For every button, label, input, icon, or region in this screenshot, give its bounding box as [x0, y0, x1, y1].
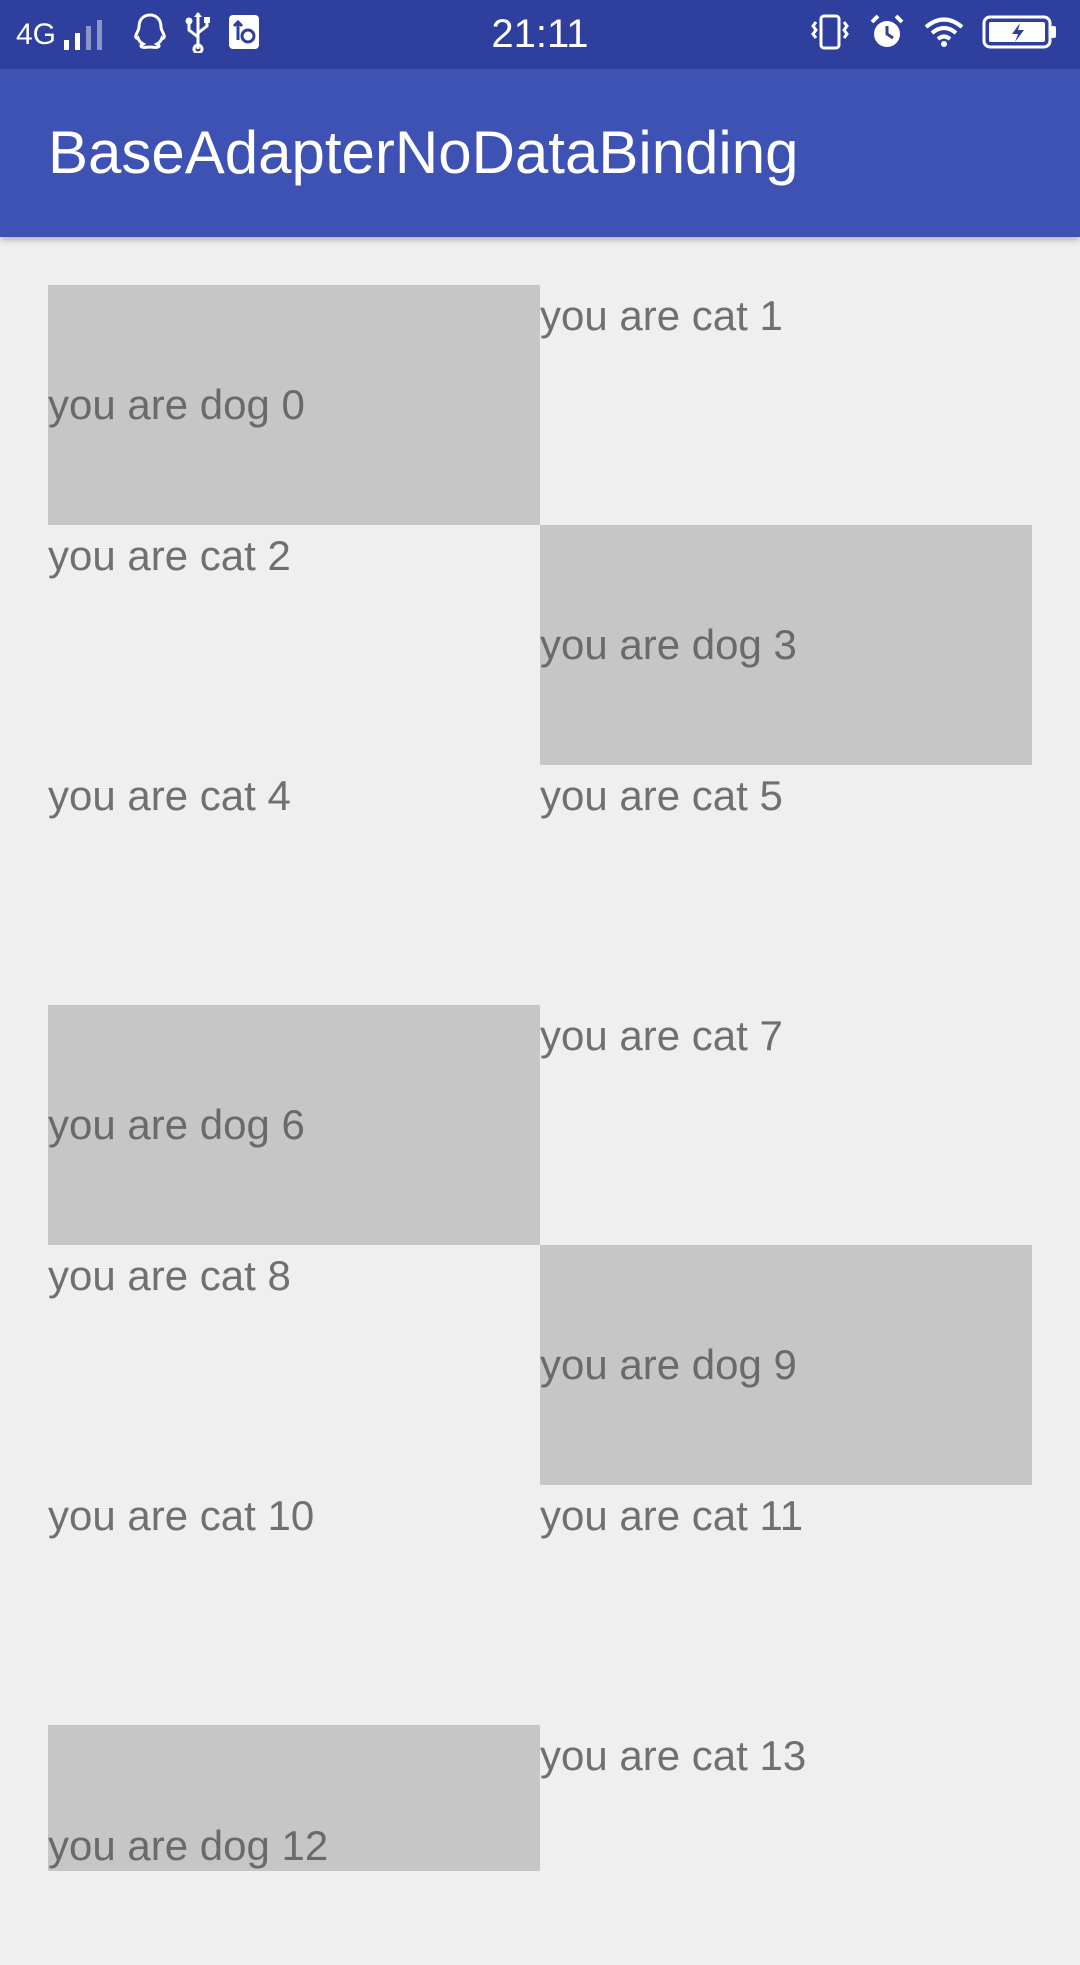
list-item-cat[interactable]: you are cat 10	[48, 1485, 540, 1725]
list-item-cat[interactable]: you are cat 1	[540, 285, 1032, 525]
item-label: you are dog 9	[540, 1341, 797, 1388]
list-item-cat[interactable]: you are cat 8	[48, 1245, 540, 1485]
item-label: you are cat 8	[48, 1252, 291, 1299]
app-bar: BaseAdapterNoDataBinding	[0, 69, 1080, 237]
app-title: BaseAdapterNoDataBinding	[48, 119, 799, 186]
vibrate-icon	[810, 14, 850, 55]
battery-charging-icon	[982, 14, 1058, 55]
list-item-dog[interactable]: you are dog 6	[48, 1005, 540, 1245]
list-item-dog[interactable]: you are dog 9	[540, 1245, 1032, 1485]
item-label: you are cat 13	[540, 1732, 807, 1779]
list-item-cat[interactable]: you are cat 11	[540, 1485, 1032, 1725]
item-label: you are dog 3	[540, 621, 797, 668]
item-label: you are cat 1	[540, 292, 783, 339]
list-item-dog[interactable]: you are dog 12	[48, 1725, 540, 1871]
list-item-cat[interactable]: you are cat 4	[48, 765, 540, 1005]
list-item-cat[interactable]: you are cat 2	[48, 525, 540, 765]
status-right-group	[810, 0, 1058, 69]
list-item-dog[interactable]: you are dog 0	[48, 285, 540, 525]
item-label: you are dog 12	[48, 1822, 329, 1869]
list-item-dog[interactable]: you are dog 3	[540, 525, 1032, 765]
alarm-icon	[868, 13, 906, 56]
item-label: you are dog 6	[48, 1101, 305, 1148]
list-item-cat[interactable]: you are cat 13	[540, 1725, 1032, 1965]
list-item-cat[interactable]: you are cat 5	[540, 765, 1032, 1005]
item-label: you are cat 4	[48, 772, 291, 819]
item-grid[interactable]: you are dog 0 you are cat 1 you are cat …	[48, 285, 1032, 1965]
item-label: you are cat 10	[48, 1492, 315, 1539]
list-item-cat[interactable]: you are cat 7	[540, 1005, 1032, 1245]
item-label: you are cat 11	[540, 1492, 804, 1539]
item-label: you are cat 2	[48, 532, 291, 579]
item-label: you are cat 7	[540, 1012, 783, 1059]
item-label: you are dog 0	[48, 381, 305, 428]
wifi-icon	[924, 16, 964, 53]
status-bar: 4G 21:11	[0, 0, 1080, 69]
item-label: you are cat 5	[540, 772, 783, 819]
